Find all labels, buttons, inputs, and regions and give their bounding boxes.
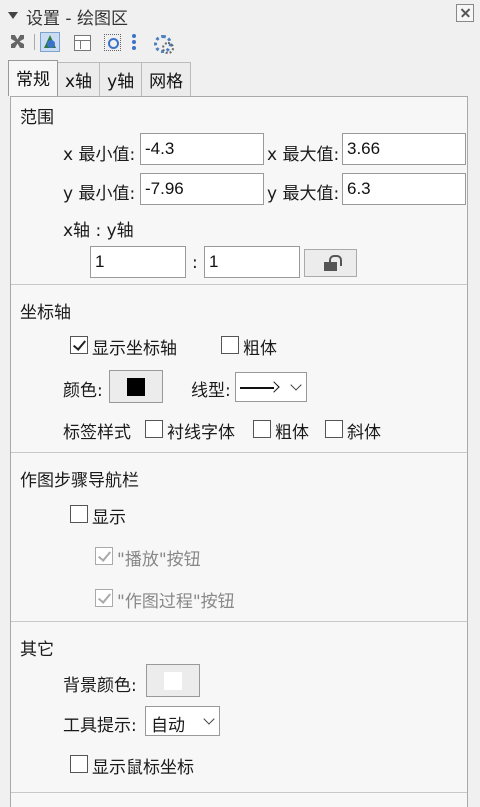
chevron-down-icon — [290, 379, 302, 391]
ymax-input[interactable] — [342, 173, 466, 205]
label-style-label: 标签样式 — [63, 423, 131, 443]
xmin-label: x 最小值: — [63, 145, 136, 165]
close-button[interactable] — [456, 4, 474, 22]
range-section-title: 范围 — [20, 108, 54, 128]
serif-checkbox[interactable] — [145, 420, 163, 438]
line-style-arrowhead-icon — [268, 381, 280, 393]
label-bold-checkbox[interactable] — [253, 420, 271, 438]
layout-icon[interactable] — [74, 35, 91, 51]
other-section-title: 其它 — [20, 640, 54, 660]
section-divider — [11, 284, 467, 285]
show-axes-checkbox[interactable] — [70, 336, 88, 354]
axes-color-swatch — [127, 378, 145, 396]
xmin-input[interactable] — [140, 133, 264, 165]
section-divider — [11, 792, 467, 793]
ymin-input[interactable] — [140, 173, 264, 205]
section-divider — [11, 621, 467, 622]
object-tool-icon[interactable] — [8, 32, 28, 52]
more-icon[interactable] — [130, 32, 138, 52]
axes-bold-checkbox[interactable] — [221, 336, 239, 354]
axes-section-title: 坐标轴 — [20, 303, 71, 323]
tooltip-select[interactable]: 自动 — [145, 706, 220, 736]
algebra-icon[interactable] — [102, 32, 122, 52]
show-axes-label: 显示坐标轴 — [92, 339, 177, 359]
graphics-icon[interactable] — [40, 32, 60, 52]
axes-color-label: 颜色: — [63, 381, 103, 401]
ratio-separator: : — [192, 253, 198, 273]
show-nav-bar-checkbox[interactable] — [70, 505, 88, 523]
tab-x-axis[interactable]: x轴 — [57, 62, 101, 96]
construction-button-label: "作图过程"按钮 — [117, 592, 235, 612]
construction-button-checkbox — [95, 589, 113, 607]
section-divider — [11, 452, 467, 453]
play-button-label: "播放"按钮 — [117, 550, 201, 570]
chevron-down-icon — [203, 713, 215, 725]
play-button-checkbox — [95, 547, 113, 565]
window-title: 设置 - 绘图区 — [26, 9, 128, 29]
tooltip-label: 工具提示: — [63, 716, 137, 736]
ymax-label: y 最大值: — [267, 184, 340, 204]
italic-checkbox[interactable] — [325, 420, 343, 438]
advanced-settings-icon[interactable] — [152, 32, 174, 54]
axis-ratio-label: x轴 : y轴 — [63, 221, 134, 241]
bg-color-button[interactable] — [146, 664, 200, 697]
axes-bold-label: 粗体 — [243, 339, 277, 359]
show-mouse-coords-label: 显示鼠标坐标 — [92, 758, 194, 778]
settings-panel: 范围 x 最小值: x 最大值: y 最小值: y 最大值: x轴 : y轴 :… — [10, 96, 468, 807]
tab-bar: 常规 x轴 y轴 网格 — [8, 60, 192, 96]
show-mouse-coords-checkbox[interactable] — [70, 755, 88, 773]
xmax-input[interactable] — [342, 133, 466, 165]
collapse-arrow-icon[interactable] — [8, 12, 18, 19]
ymin-label: y 最小值: — [63, 184, 136, 204]
bg-color-label: 背景颜色: — [63, 676, 137, 696]
xmax-label: x 最大值: — [267, 145, 340, 165]
line-style-select[interactable] — [235, 372, 307, 402]
serif-label: 衬线字体 — [167, 423, 235, 443]
ratio-x-input[interactable] — [90, 246, 186, 278]
title-bar: 设置 - 绘图区 — [0, 0, 480, 30]
italic-label: 斜体 — [347, 423, 381, 443]
tab-y-axis[interactable]: y轴 — [99, 62, 143, 96]
axes-color-button[interactable] — [109, 370, 163, 403]
tooltip-select-value: 自动 — [151, 716, 185, 736]
toolbar — [0, 30, 480, 54]
show-nav-bar-label: 显示 — [92, 508, 126, 528]
ratio-lock-button[interactable] — [304, 249, 357, 277]
label-bold-label: 粗体 — [275, 423, 309, 443]
tab-general[interactable]: 常规 — [8, 60, 58, 96]
toolbar-divider — [34, 34, 35, 50]
nav-bar-section-title: 作图步骤导航栏 — [20, 471, 139, 491]
bg-color-swatch — [164, 672, 182, 690]
tab-grid[interactable]: 网格 — [141, 62, 192, 96]
line-style-label: 线型: — [191, 381, 231, 401]
ratio-y-input[interactable] — [204, 246, 300, 278]
